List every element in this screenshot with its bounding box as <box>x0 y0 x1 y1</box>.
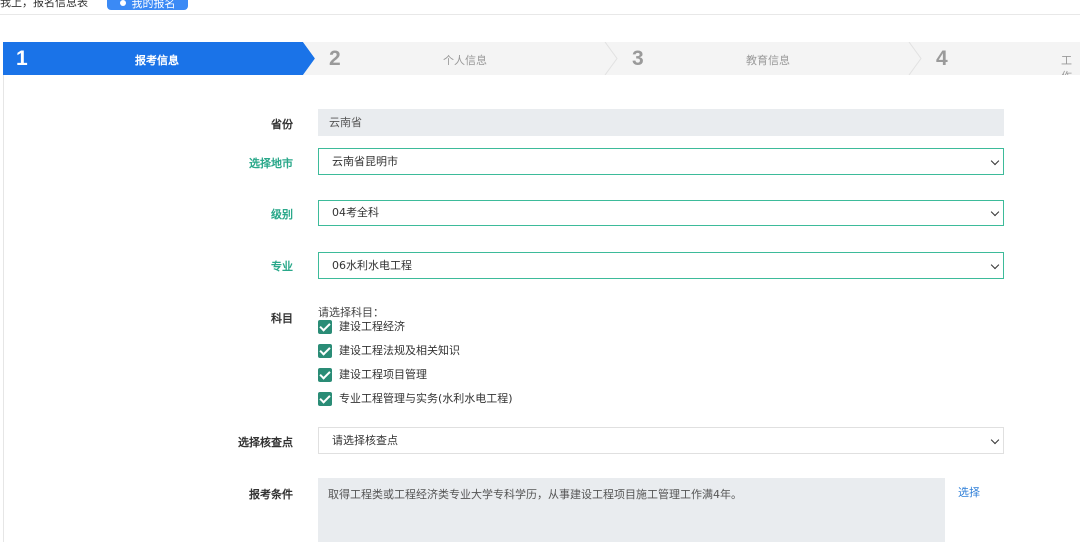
level-value: 04考全科 <box>332 206 379 219</box>
step-2-label: 个人信息 <box>443 54 487 67</box>
major-value: 06水利水电工程 <box>332 259 412 272</box>
conditions-label: 报考条件 <box>249 488 293 501</box>
step-4-label: 工作 <box>1061 54 1072 75</box>
step-3-number: 3 <box>632 47 644 70</box>
bullet-icon <box>119 0 126 6</box>
step-1-label: 报考信息 <box>135 54 179 67</box>
province-field: 云南省 <box>318 109 1004 136</box>
step-4-number: 4 <box>936 47 948 70</box>
chevron-down-icon <box>990 435 1000 444</box>
step-4-bg <box>909 42 1080 75</box>
conditions-value: 取得工程类或工程经济类专业大学专科学历，从事建设工程项目施工管理工作满4年。 <box>328 488 742 501</box>
province-label: 省份 <box>271 118 293 131</box>
checkbox-checked-icon[interactable] <box>318 392 332 406</box>
step-progress: 1 报考信息 2 个人信息 3 教育信息 4 工作 <box>3 42 1080 75</box>
step-1-number: 1 <box>16 47 28 70</box>
city-select[interactable]: 云南省昆明市 <box>318 148 1004 175</box>
top-toolbar: 我上，报名信息表 我的报名 <box>0 0 1080 15</box>
checkbox-checked-icon[interactable] <box>318 368 332 382</box>
city-label: 选择地市 <box>249 157 293 170</box>
my-registration-label: 我的报名 <box>131 0 176 10</box>
choose-condition-link[interactable]: 选择 <box>958 484 980 500</box>
chevron-down-icon <box>990 260 1000 269</box>
checkbox-checked-icon[interactable] <box>318 320 332 334</box>
conditions-textarea[interactable]: 取得工程类或工程经济类专业大学专科学历，从事建设工程项目施工管理工作满4年。 <box>318 478 945 542</box>
breadcrumb: 我上，报名信息表 <box>0 0 88 9</box>
major-label: 专业 <box>271 260 293 273</box>
subject-label: 专业工程管理与实务(水利水电工程) <box>339 392 513 405</box>
subject-label: 建设工程经济 <box>339 320 405 333</box>
checkpoint-label: 选择核查点 <box>238 436 293 449</box>
subject-label: 建设工程项目管理 <box>339 368 427 381</box>
major-select[interactable]: 06水利水电工程 <box>318 252 1004 279</box>
subject-label: 建设工程法规及相关知识 <box>339 344 460 357</box>
level-select[interactable]: 04考全科 <box>318 200 1004 226</box>
step-3-label: 教育信息 <box>746 54 790 67</box>
subjects-prompt: 请选择科目： <box>318 306 384 319</box>
province-value: 云南省 <box>329 116 362 129</box>
step-2-number: 2 <box>329 47 341 70</box>
checkbox-checked-icon[interactable] <box>318 344 332 358</box>
chevron-down-icon <box>990 156 1000 165</box>
my-registration-button[interactable]: 我的报名 <box>107 0 188 10</box>
chevron-down-icon <box>990 207 1000 217</box>
checkpoint-select[interactable]: 请选择核查点 <box>318 427 1004 454</box>
checkpoint-placeholder: 请选择核查点 <box>332 434 398 447</box>
level-label: 级别 <box>271 208 293 221</box>
subjects-label: 科目 <box>271 312 293 325</box>
city-value: 云南省昆明市 <box>332 155 398 168</box>
